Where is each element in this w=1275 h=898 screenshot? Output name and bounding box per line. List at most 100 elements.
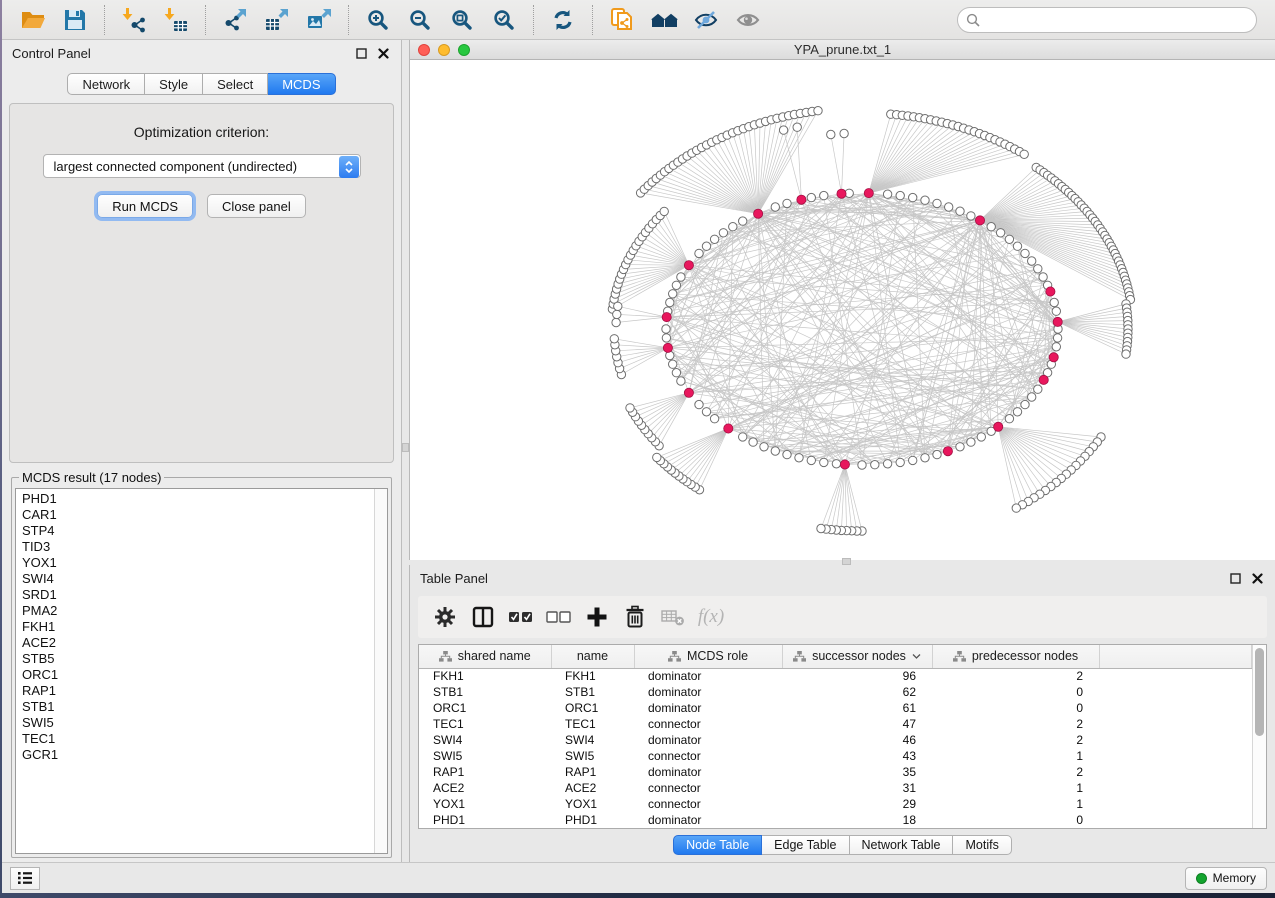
tab-mcds[interactable]: MCDS <box>268 73 335 95</box>
table-scrollbar-thumb[interactable] <box>1255 648 1264 736</box>
save-session-button[interactable] <box>57 4 93 36</box>
mcds-result-item[interactable]: CAR1 <box>22 507 368 523</box>
column-header-shared-name[interactable]: shared name <box>419 645 551 668</box>
mcds-result-item[interactable]: ACE2 <box>22 635 368 651</box>
table-row[interactable]: TEC1TEC1connector472 <box>419 716 1252 732</box>
table-scrollbar[interactable] <box>1252 645 1266 828</box>
float-table-panel-button[interactable] <box>1227 572 1243 586</box>
mcds-result-item[interactable]: PMA2 <box>22 603 368 619</box>
column-header-name[interactable]: name <box>551 645 634 668</box>
tab-motifs[interactable]: Motifs <box>953 835 1011 855</box>
columns-icon <box>471 605 495 629</box>
import-table-button[interactable] <box>158 4 194 36</box>
new-network-from-selection-button[interactable] <box>604 4 640 36</box>
table-row[interactable]: ACE2ACE2connector311 <box>419 780 1252 796</box>
table-row[interactable]: STB1STB1dominator620 <box>419 684 1252 700</box>
mcds-result-item[interactable]: YOX1 <box>22 555 368 571</box>
node-table-wrap: shared namenameMCDS rolesuccessor nodesp… <box>418 644 1267 829</box>
table-row[interactable]: SWI5SWI5connector431 <box>419 748 1252 764</box>
table-settings-button[interactable] <box>428 600 462 634</box>
mcds-result-item[interactable]: TID3 <box>22 539 368 555</box>
tab-edge-table[interactable]: Edge Table <box>762 835 849 855</box>
search-input[interactable] <box>957 7 1257 33</box>
close-icon <box>378 48 389 59</box>
checked-boxes-icon <box>508 608 534 626</box>
delete-column-button[interactable] <box>618 600 652 634</box>
mcds-result-item[interactable]: SRD1 <box>22 587 368 603</box>
list-icon <box>17 871 33 885</box>
zoom-out-button[interactable] <box>402 4 438 36</box>
export-table-button[interactable] <box>259 4 295 36</box>
table-row[interactable]: RAP1RAP1dominator352 <box>419 764 1252 780</box>
select-all-checkboxes-button[interactable] <box>504 600 538 634</box>
mcds-tab-content: Optimization criterion: largest connecte… <box>9 103 394 463</box>
first-neighbors-button[interactable] <box>646 4 682 36</box>
mcds-result-list: PHD1CAR1STP4TID3YOX1SWI4SRD1PMA2FKH1ACE2… <box>16 489 374 853</box>
horizontal-splitter[interactable] <box>409 560 1275 565</box>
network-graph <box>410 60 1275 560</box>
mcds-result-item[interactable]: ORC1 <box>22 667 368 683</box>
mcds-result-item[interactable]: GCR1 <box>22 747 368 763</box>
table-row[interactable]: FKH1FKH1dominator962 <box>419 668 1252 684</box>
tab-style[interactable]: Style <box>145 73 203 95</box>
fx-icon: f(x) <box>698 606 724 628</box>
zoom-selected-button[interactable] <box>486 4 522 36</box>
splitter-grip[interactable] <box>842 558 851 565</box>
mcds-result-item[interactable]: SWI5 <box>22 715 368 731</box>
mcds-result-item[interactable]: PHD1 <box>22 491 368 507</box>
node-table[interactable]: shared namenameMCDS rolesuccessor nodesp… <box>419 645 1252 828</box>
tab-select[interactable]: Select <box>203 73 268 95</box>
show-columns-button[interactable] <box>466 600 500 634</box>
mcds-result-item[interactable]: STB5 <box>22 651 368 667</box>
mcds-result-item[interactable]: SWI4 <box>22 571 368 587</box>
table-row[interactable]: ORC1ORC1dominator610 <box>419 700 1252 716</box>
import-network-button[interactable] <box>116 4 152 36</box>
close-panel-button-mcds[interactable]: Close panel <box>207 194 306 218</box>
export-network-button[interactable] <box>217 4 253 36</box>
zoom-fit-button[interactable] <box>444 4 480 36</box>
refresh-button[interactable] <box>545 4 581 36</box>
mcds-result-item[interactable]: STB1 <box>22 699 368 715</box>
tab-node-table[interactable]: Node Table <box>673 835 762 855</box>
mcds-result-item[interactable]: STP4 <box>22 523 368 539</box>
table-row[interactable]: SWI4SWI4dominator462 <box>419 732 1252 748</box>
memory-button[interactable]: Memory <box>1185 867 1267 890</box>
add-column-button[interactable] <box>580 600 614 634</box>
column-header-MCDS-role[interactable]: MCDS role <box>634 645 782 668</box>
splitter-grip[interactable] <box>402 443 409 452</box>
mcds-result-item[interactable]: RAP1 <box>22 683 368 699</box>
deselect-all-checkboxes-button[interactable] <box>542 600 576 634</box>
delete-table-button[interactable] <box>656 600 690 634</box>
table-header-row: shared namenameMCDS rolesuccessor nodesp… <box>419 645 1252 668</box>
table-row[interactable]: YOX1YOX1connector291 <box>419 796 1252 812</box>
tab-network-table[interactable]: Network Table <box>850 835 954 855</box>
column-header-predecessor-nodes[interactable]: predecessor nodes <box>932 645 1099 668</box>
mcds-list-scrollbar[interactable] <box>374 489 387 853</box>
panel-splitter[interactable] <box>402 40 409 862</box>
mcds-result-item[interactable]: TEC1 <box>22 731 368 747</box>
tab-network[interactable]: Network <box>67 73 145 95</box>
function-builder-button[interactable]: f(x) <box>694 600 728 634</box>
table-row[interactable]: PHD1PHD1dominator180 <box>419 812 1252 828</box>
zoom-selected-icon <box>492 8 516 32</box>
float-panel-button[interactable] <box>353 47 369 61</box>
table-panel-tabs: Node TableEdge TableNetwork TableMotifs <box>410 829 1275 862</box>
optimization-criterion-select[interactable]: largest connected component (undirected) <box>43 154 361 178</box>
mcds-result-item[interactable]: FKH1 <box>22 619 368 635</box>
export-table-icon <box>264 7 290 33</box>
close-table-panel-button[interactable] <box>1249 572 1265 586</box>
column-namespace-icon <box>439 651 452 662</box>
column-header-successor-nodes[interactable]: successor nodes <box>782 645 932 668</box>
close-panel-button[interactable] <box>375 47 391 61</box>
show-all-button[interactable] <box>730 4 766 36</box>
show-all-icon <box>735 8 761 32</box>
zoom-in-button[interactable] <box>360 4 396 36</box>
hide-selected-button[interactable] <box>688 4 724 36</box>
run-mcds-button[interactable]: Run MCDS <box>97 194 193 218</box>
task-history-button[interactable] <box>10 867 40 890</box>
network-canvas[interactable] <box>410 60 1275 560</box>
export-image-button[interactable] <box>301 4 337 36</box>
open-file-button[interactable] <box>15 4 51 36</box>
mcds-result-listbox[interactable]: PHD1CAR1STP4TID3YOX1SWI4SRD1PMA2FKH1ACE2… <box>15 488 388 854</box>
table-panel-title: Table Panel <box>420 571 488 586</box>
